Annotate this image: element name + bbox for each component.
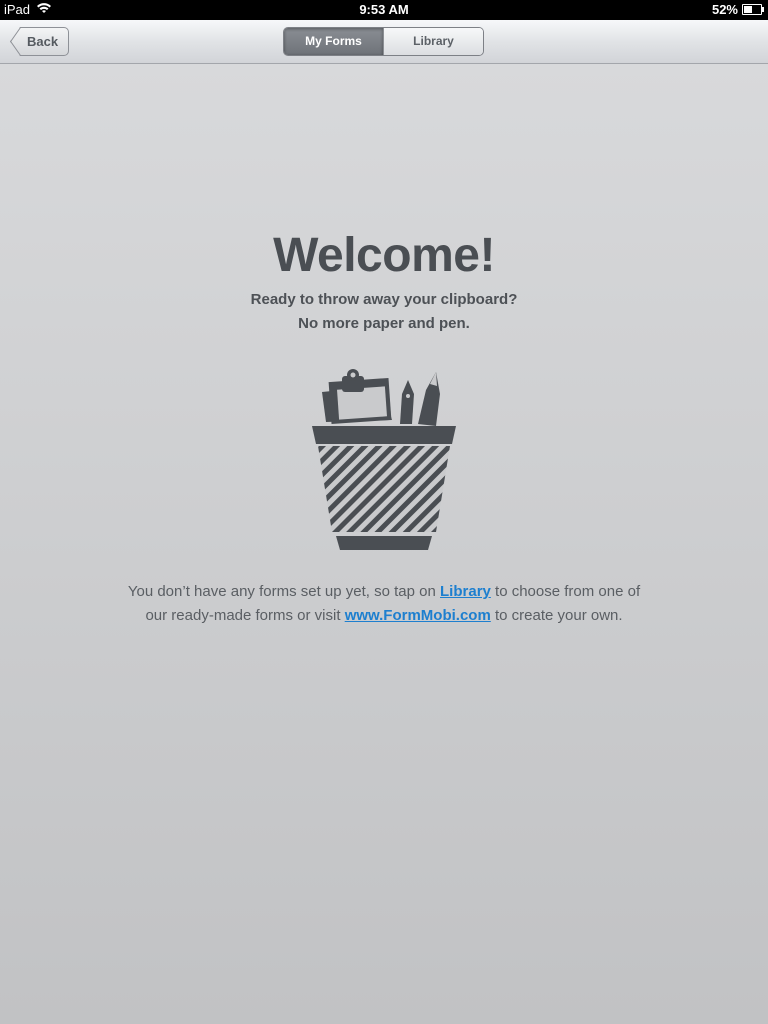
segment-my-forms[interactable]: My Forms	[284, 28, 383, 55]
navigation-bar: Back My Forms Library	[0, 20, 768, 64]
battery-percent: 52%	[711, 2, 738, 17]
welcome-subtitle-line-2: No more paper and pen.	[298, 315, 470, 332]
status-time: 9:53 AM	[359, 2, 409, 17]
info-text-part-3: to create your own.	[490, 607, 623, 624]
welcome-subtitle-line-1: Ready to throw away your clipboard?	[250, 291, 518, 308]
back-button[interactable]: Back	[10, 27, 70, 56]
library-link[interactable]: Library	[440, 583, 491, 600]
status-right: 52%	[711, 2, 764, 17]
main-content: Welcome! Ready to throw away your clipbo…	[0, 64, 768, 1024]
battery-icon	[742, 4, 764, 15]
empty-state-message: You don’t have any forms set up yet, so …	[120, 580, 648, 628]
battery-level-fill	[744, 6, 752, 13]
formmobi-website-link[interactable]: www.FormMobi.com	[345, 607, 491, 624]
segmented-control: My Forms Library	[283, 27, 484, 56]
welcome-title: Welcome!	[273, 229, 495, 282]
status-bar: iPad 9:53 AM 52%	[0, 0, 768, 20]
pencil-cup-icon	[312, 369, 456, 550]
info-text-part-1: You don’t have any forms set up yet, so …	[127, 583, 441, 600]
segment-library[interactable]: Library	[383, 28, 483, 55]
